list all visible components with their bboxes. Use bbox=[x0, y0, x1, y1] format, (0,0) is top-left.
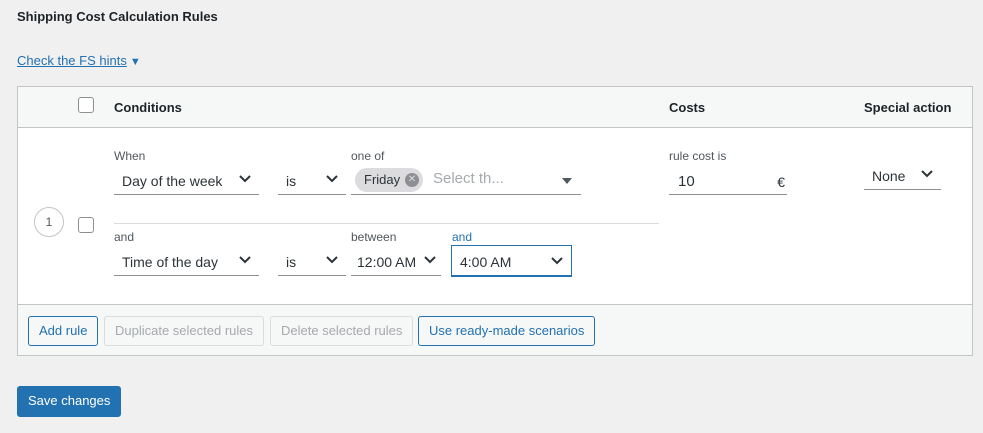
multiselect-placeholder[interactable]: Select th... bbox=[433, 170, 504, 187]
condition-value-label: between bbox=[351, 230, 397, 244]
rules-table: Conditions Costs Special action 1 When D… bbox=[17, 86, 973, 356]
condition-prefix-label: When bbox=[114, 149, 146, 163]
header-costs: Costs bbox=[669, 100, 706, 115]
rule-number-badge: 1 bbox=[34, 207, 64, 237]
fs-hints-link[interactable]: Check the FS hints ▼ bbox=[17, 53, 141, 68]
remove-chip-icon[interactable]: ✕ bbox=[405, 173, 419, 187]
section-title: Shipping Cost Calculation Rules bbox=[17, 9, 218, 24]
delete-rules-button[interactable]: Delete selected rules bbox=[270, 316, 414, 346]
time-to-value: 4:00 AM bbox=[460, 254, 512, 270]
chip-label: Friday bbox=[364, 172, 401, 187]
cost-value: 10 bbox=[678, 173, 695, 190]
condition-operator-select[interactable]: is bbox=[278, 248, 346, 276]
header-conditions: Conditions bbox=[114, 100, 182, 115]
header-special-action: Special action bbox=[864, 100, 952, 115]
table-header: Conditions Costs Special action bbox=[18, 87, 972, 128]
chevron-down-icon bbox=[239, 256, 251, 264]
condition-operator-value: is bbox=[286, 254, 297, 270]
duplicate-rules-button[interactable]: Duplicate selected rules bbox=[104, 316, 265, 346]
special-action-value: None bbox=[872, 168, 906, 184]
currency-symbol: € bbox=[777, 174, 785, 190]
rule-checkbox[interactable] bbox=[78, 217, 94, 233]
condition-divider bbox=[114, 223, 659, 224]
save-changes-button[interactable]: Save changes bbox=[17, 386, 122, 417]
time-from-select[interactable]: 12:00 AM bbox=[351, 248, 441, 276]
chevron-down-icon bbox=[326, 175, 338, 183]
chevron-down-icon bbox=[424, 256, 436, 264]
cost-label: rule cost is bbox=[669, 149, 727, 163]
select-all-checkbox[interactable] bbox=[78, 97, 94, 113]
caret-down-icon bbox=[562, 178, 572, 184]
condition-field-select[interactable]: Time of the day bbox=[114, 248, 259, 276]
time-from-value: 12:00 AM bbox=[357, 254, 417, 270]
table-footer: Add rule Duplicate selected rules Delete… bbox=[18, 304, 972, 355]
ready-made-scenarios-button[interactable]: Use ready-made scenarios bbox=[418, 316, 596, 346]
condition-operator-select[interactable]: is bbox=[278, 167, 346, 195]
fs-hints-link-label[interactable]: Check the FS hints bbox=[17, 53, 127, 68]
cost-input[interactable]: 10 € bbox=[669, 167, 787, 195]
special-action-select[interactable]: None bbox=[864, 162, 941, 190]
chevron-down-icon bbox=[239, 175, 251, 183]
chevron-down-icon bbox=[921, 170, 933, 178]
condition-field-value: Day of the week bbox=[122, 173, 223, 189]
chevron-down-icon bbox=[551, 257, 563, 265]
time-and-label: and bbox=[452, 230, 473, 244]
condition-field-select[interactable]: Day of the week bbox=[114, 167, 259, 195]
condition-operator-value: is bbox=[286, 173, 297, 189]
condition-value-label: one of bbox=[351, 149, 385, 163]
time-to-select[interactable]: 4:00 AM bbox=[451, 245, 572, 277]
selected-chip: Friday ✕ bbox=[355, 168, 423, 192]
condition-prefix-label: and bbox=[114, 230, 135, 244]
triangle-down-icon: ▼ bbox=[129, 56, 141, 68]
condition-field-value: Time of the day bbox=[122, 254, 218, 270]
chevron-down-icon bbox=[326, 256, 338, 264]
add-rule-button[interactable]: Add rule bbox=[28, 316, 99, 346]
